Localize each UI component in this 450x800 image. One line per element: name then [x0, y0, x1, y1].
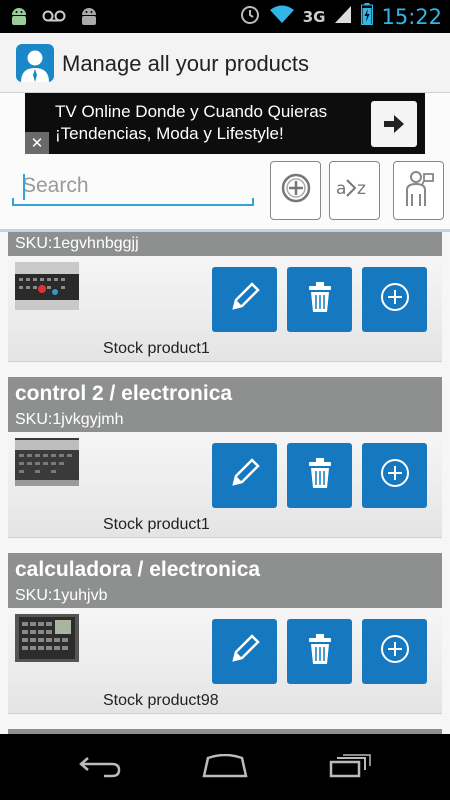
voicemail-icon — [42, 9, 66, 28]
signal-icon — [333, 4, 353, 29]
android-icon — [78, 5, 100, 32]
product-sku: SKU:1egvhnbggjj — [15, 235, 139, 252]
product-thumbnail — [15, 614, 79, 662]
delete-button[interactable] — [287, 267, 352, 332]
add-stock-button[interactable] — [362, 443, 427, 508]
product-body: Stock product1 — [8, 256, 442, 362]
action-bar: Manage all your products — [0, 33, 450, 93]
product-stock: Stock product1 — [103, 516, 210, 533]
search-input[interactable] — [12, 168, 254, 204]
product-header: calculadora / electronica SKU:1yuhjvb — [8, 553, 442, 608]
edit-icon — [228, 632, 262, 671]
product-stock: Stock product98 — [103, 692, 219, 709]
svg-text:z: z — [357, 179, 366, 199]
ad-banner[interactable]: TV Online Donde y Cuando Quieras ¡Tenden… — [25, 93, 425, 154]
add-stock-button[interactable] — [362, 267, 427, 332]
navigation-bar — [0, 734, 450, 800]
text-cursor — [23, 174, 25, 200]
product-body: Stock product1 — [8, 432, 442, 538]
home-button[interactable] — [195, 752, 255, 784]
product-thumbnail — [15, 438, 79, 486]
arrow-right-icon[interactable] — [371, 101, 417, 147]
ad-subline: ¡Tendencias, Moda y Lifestyle! — [55, 124, 284, 143]
sort-az-icon: a z — [335, 176, 375, 205]
back-icon — [78, 754, 122, 783]
delete-icon — [305, 456, 335, 495]
edit-button[interactable] — [212, 619, 277, 684]
customer-icon — [402, 168, 436, 213]
network-type: 3G — [302, 7, 326, 26]
product-sku: SKU:1jvkgyjmh — [15, 411, 124, 428]
product-name: control 2 / electronica — [15, 382, 233, 405]
sort-az-button[interactable]: a z — [329, 161, 380, 220]
product-card[interactable]: calculadora / electronica SKU:1yuhjvb St… — [8, 553, 442, 714]
edit-button[interactable] — [212, 267, 277, 332]
product-header: control 2 / electronica SKU:1jvkgyjmh — [8, 377, 442, 432]
add-stock-icon — [379, 457, 411, 494]
add-stock-icon — [379, 633, 411, 670]
status-bar: 3G 15:22 — [0, 0, 450, 33]
wifi-icon — [269, 4, 295, 29]
edit-icon — [228, 280, 262, 319]
product-thumbnail — [15, 262, 79, 310]
delete-button[interactable] — [287, 443, 352, 508]
android-icon — [8, 5, 30, 32]
product-body: Stock product98 — [8, 608, 442, 714]
home-icon — [201, 753, 249, 783]
recent-apps-icon — [328, 753, 372, 783]
product-sku: SKU:1yuhjvb — [15, 587, 108, 604]
edit-icon — [228, 456, 262, 495]
add-stock-button[interactable] — [362, 619, 427, 684]
delete-icon — [305, 280, 335, 319]
clock: 15:22 — [381, 4, 442, 29]
product-name: calculadora / electronica — [15, 558, 261, 581]
search-field[interactable] — [12, 168, 254, 208]
product-header: SKU:1egvhnbggjj — [8, 232, 442, 256]
edit-button[interactable] — [212, 443, 277, 508]
ad-headline: TV Online Donde y Cuando Quieras — [55, 102, 328, 121]
manager-avatar-icon[interactable] — [16, 44, 54, 82]
search-underline — [12, 198, 254, 206]
product-card[interactable]: control 2 / electronica SKU:1jvkgyjmh St… — [8, 377, 442, 538]
product-list[interactable]: SKU:1egvhnbggjj Stock product1 control 2… — [0, 232, 450, 734]
delete-button[interactable] — [287, 619, 352, 684]
svg-text:a: a — [336, 179, 346, 199]
ad-close-button[interactable]: ✕ — [25, 132, 49, 154]
battery-icon — [361, 3, 374, 30]
product-stock: Stock product1 — [103, 340, 210, 357]
back-button[interactable] — [70, 752, 130, 784]
add-product-button[interactable] — [270, 161, 321, 220]
recent-apps-button[interactable] — [320, 752, 380, 784]
add-stock-icon — [379, 281, 411, 318]
delete-icon — [305, 632, 335, 671]
product-card[interactable]: SKU:1egvhnbggjj Stock product1 — [8, 232, 442, 362]
alarm-icon — [239, 3, 261, 30]
add-product-icon — [280, 172, 312, 209]
app-title: Manage all your products — [62, 51, 310, 76]
customer-button[interactable] — [393, 161, 444, 220]
